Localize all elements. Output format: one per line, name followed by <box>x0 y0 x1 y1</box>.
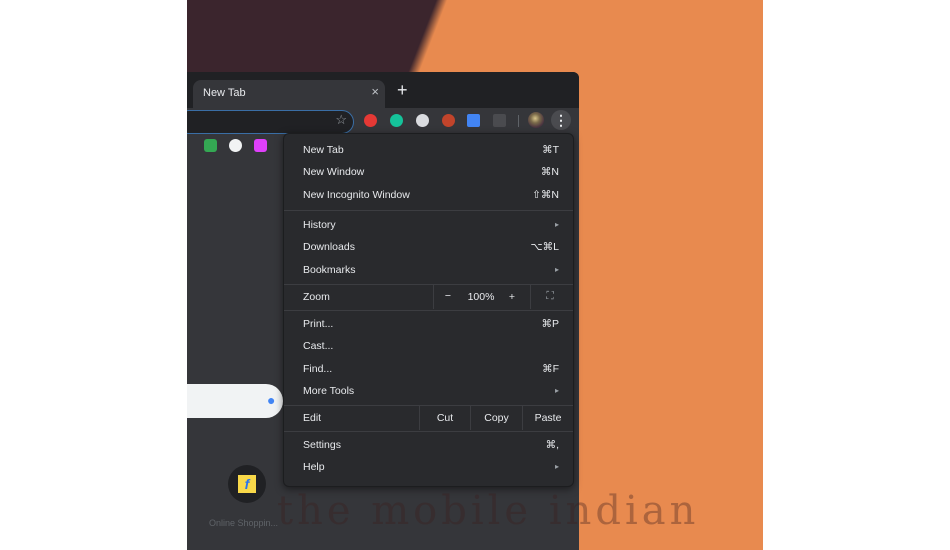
toolbar: ☆ ⋮ <box>187 108 579 134</box>
shortcut-text: ⌘P <box>541 318 559 330</box>
menu-label: Bookmarks <box>303 264 356 276</box>
address-bar[interactable]: ☆ <box>187 110 354 134</box>
shortcut-text: ⌥⌘L <box>530 241 559 253</box>
watermark: the mobile indian <box>277 488 700 534</box>
shortcut-text: ⌘, <box>545 439 559 451</box>
menu-divider <box>284 431 573 432</box>
menu-item-find[interactable]: Find... ⌘F <box>284 359 573 381</box>
menu-item-new-incognito-window[interactable]: New Incognito Window ⇧⌘N <box>284 185 573 207</box>
menu-label: Cast... <box>303 340 334 352</box>
google-search-box[interactable]: ● <box>187 384 283 418</box>
menu-label: New Tab <box>303 144 344 156</box>
bookmark-star-icon[interactable]: ☆ <box>335 112 347 128</box>
shortcut-text: ⌘N <box>540 166 559 178</box>
tab-strip: New Tab × + <box>187 72 579 108</box>
menu-item-downloads[interactable]: Downloads ⌥⌘L <box>284 237 573 259</box>
submenu-arrow-icon: ▸ <box>554 386 559 395</box>
menu-label: More Tools <box>303 385 355 397</box>
tab-title: New Tab <box>203 87 246 99</box>
menu-item-new-window[interactable]: New Window ⌘N <box>284 162 573 184</box>
disabled-extension-icon[interactable] <box>493 114 506 127</box>
paste-button[interactable]: Paste <box>523 412 573 424</box>
menu-divider <box>530 284 531 309</box>
toolbar-divider <box>518 115 519 127</box>
zoom-in-button[interactable]: + <box>504 291 520 303</box>
menu-item-print[interactable]: Print... ⌘P <box>284 314 573 336</box>
reader-icon[interactable] <box>467 114 480 127</box>
submenu-arrow-icon: ▸ <box>554 220 559 229</box>
menu-item-more-tools[interactable]: More Tools ▸ <box>284 381 573 403</box>
menu-label: Find... <box>303 363 333 375</box>
submenu-arrow-icon: ▸ <box>554 462 559 471</box>
edit-label: Edit <box>303 412 322 424</box>
zoom-label: Zoom <box>303 291 330 303</box>
menu-divider <box>433 284 434 309</box>
menu-item-bookmarks[interactable]: Bookmarks ▸ <box>284 260 573 282</box>
bookmark-icon-2[interactable] <box>229 139 242 152</box>
menu-label: Downloads <box>303 241 355 253</box>
adblock-icon[interactable] <box>364 114 377 127</box>
menu-item-settings[interactable]: Settings ⌘, <box>284 435 573 457</box>
zoom-level: 100% <box>467 291 495 303</box>
microphone-icon[interactable]: ● <box>267 392 275 408</box>
fullscreen-icon[interactable]: ⛶ <box>538 290 562 303</box>
shortcut-label: Online Shoppin... <box>209 518 279 528</box>
chrome-main-menu: New Tab ⌘T New Window ⌘N New Incognito Win… <box>283 133 574 487</box>
zoom-out-button[interactable]: − <box>440 290 456 302</box>
shortcut-text: ⌘F <box>542 363 559 375</box>
menu-divider <box>284 310 573 311</box>
cut-button[interactable]: Cut <box>420 412 470 424</box>
bookmark-icon-1[interactable] <box>204 139 217 152</box>
close-tab-icon[interactable]: × <box>371 84 379 99</box>
menu-kebab-icon[interactable]: ⋮ <box>551 110 571 130</box>
bookmarks-bar <box>187 134 287 158</box>
edit-row: Edit Cut Copy Paste <box>284 405 573 430</box>
menu-item-help[interactable]: Help ▸ <box>284 457 573 479</box>
shortcut-tile[interactable]: f <box>228 465 266 503</box>
menu-label: History <box>303 219 336 231</box>
profile-avatar[interactable] <box>528 112 544 128</box>
grammarly-icon[interactable] <box>390 114 403 127</box>
tab-new-tab[interactable]: New Tab × <box>193 80 385 108</box>
submenu-arrow-icon: ▸ <box>554 265 559 274</box>
shortcut-text: ⌘T <box>542 144 559 156</box>
menu-item-cast[interactable]: Cast... <box>284 336 573 358</box>
menu-label: Settings <box>303 439 341 451</box>
flipkart-icon: f <box>238 475 256 493</box>
zoom-row: Zoom − 100% + ⛶ <box>284 284 573 309</box>
menu-label: Help <box>303 461 325 473</box>
drive-icon[interactable] <box>416 114 429 127</box>
menu-label: Print... <box>303 318 334 330</box>
bookmark-icon-3[interactable] <box>254 139 267 152</box>
copy-button[interactable]: Copy <box>471 412 522 424</box>
shortcut-text: ⇧⌘N <box>532 189 559 201</box>
menu-label: New Window <box>303 166 365 178</box>
superman-icon[interactable] <box>442 114 455 127</box>
new-tab-button[interactable]: + <box>397 80 408 100</box>
menu-item-new-tab[interactable]: New Tab ⌘T <box>284 140 573 162</box>
menu-divider <box>284 210 573 211</box>
menu-label: New Incognito Window <box>303 189 410 201</box>
menu-divider <box>284 405 573 406</box>
menu-item-history[interactable]: History ▸ <box>284 215 573 237</box>
